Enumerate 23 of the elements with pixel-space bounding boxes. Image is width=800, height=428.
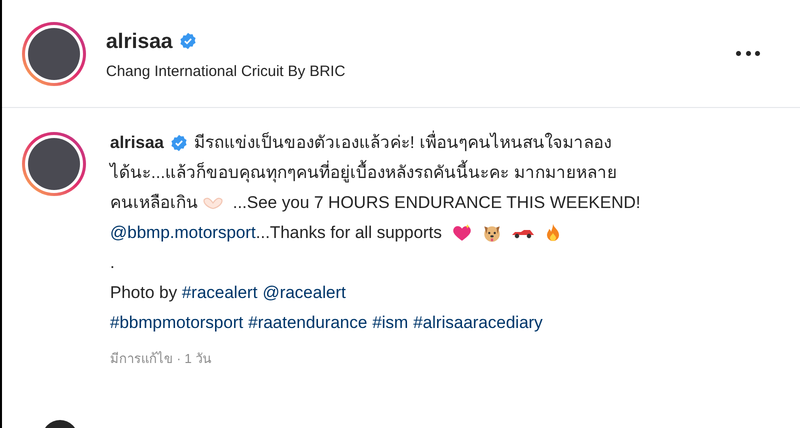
edited-timestamp: มีการแก้ไข · 1 วัน <box>110 350 212 368</box>
caption-link[interactable]: @bbmp.motorsport <box>110 218 256 248</box>
caption-link[interactable]: #bbmpmotorsport <box>110 308 244 338</box>
caption-link[interactable]: #raatendurance <box>248 308 368 338</box>
avatar-placeholder <box>28 28 80 80</box>
username[interactable]: alrisaa <box>110 128 164 158</box>
caption-link[interactable]: #ism <box>372 308 408 338</box>
race-car-icon <box>510 227 535 239</box>
caption-link[interactable]: #alrisaaracediary <box>413 308 543 338</box>
caption-link[interactable]: @racealert <box>262 278 346 308</box>
caption-text: Photo by <box>110 282 178 304</box>
caption-text: ...See you 7 HOURS ENDURANCE THIS WEEKEND! <box>232 192 641 214</box>
caption-text: มีรถแข่งเป็นของตัวเองแล้วค่ะ! เพื่อนๆคนไหนสนใจมาลอง <box>194 128 612 158</box>
more-options-icon[interactable] <box>736 50 760 58</box>
caption-text: ...Thanks for all supports <box>256 222 443 244</box>
caption-link[interactable]: #racealert <box>182 278 258 308</box>
caption-text: ได้นะ...แล้วก็ขอบคุณทุกๆคนที่อยู่เบื้องหลังรถคันนี้นะคะ มากมายหลาย <box>110 158 617 188</box>
caption-text: คนเหลือเกิน <box>110 192 198 214</box>
hands-heart-icon <box>202 195 224 211</box>
username[interactable]: alrisaa <box>106 26 173 57</box>
location-link[interactable]: Chang International Cricuit By BRIC <box>106 61 346 84</box>
avatar-placeholder <box>28 138 80 190</box>
caption-text: . <box>110 252 115 274</box>
